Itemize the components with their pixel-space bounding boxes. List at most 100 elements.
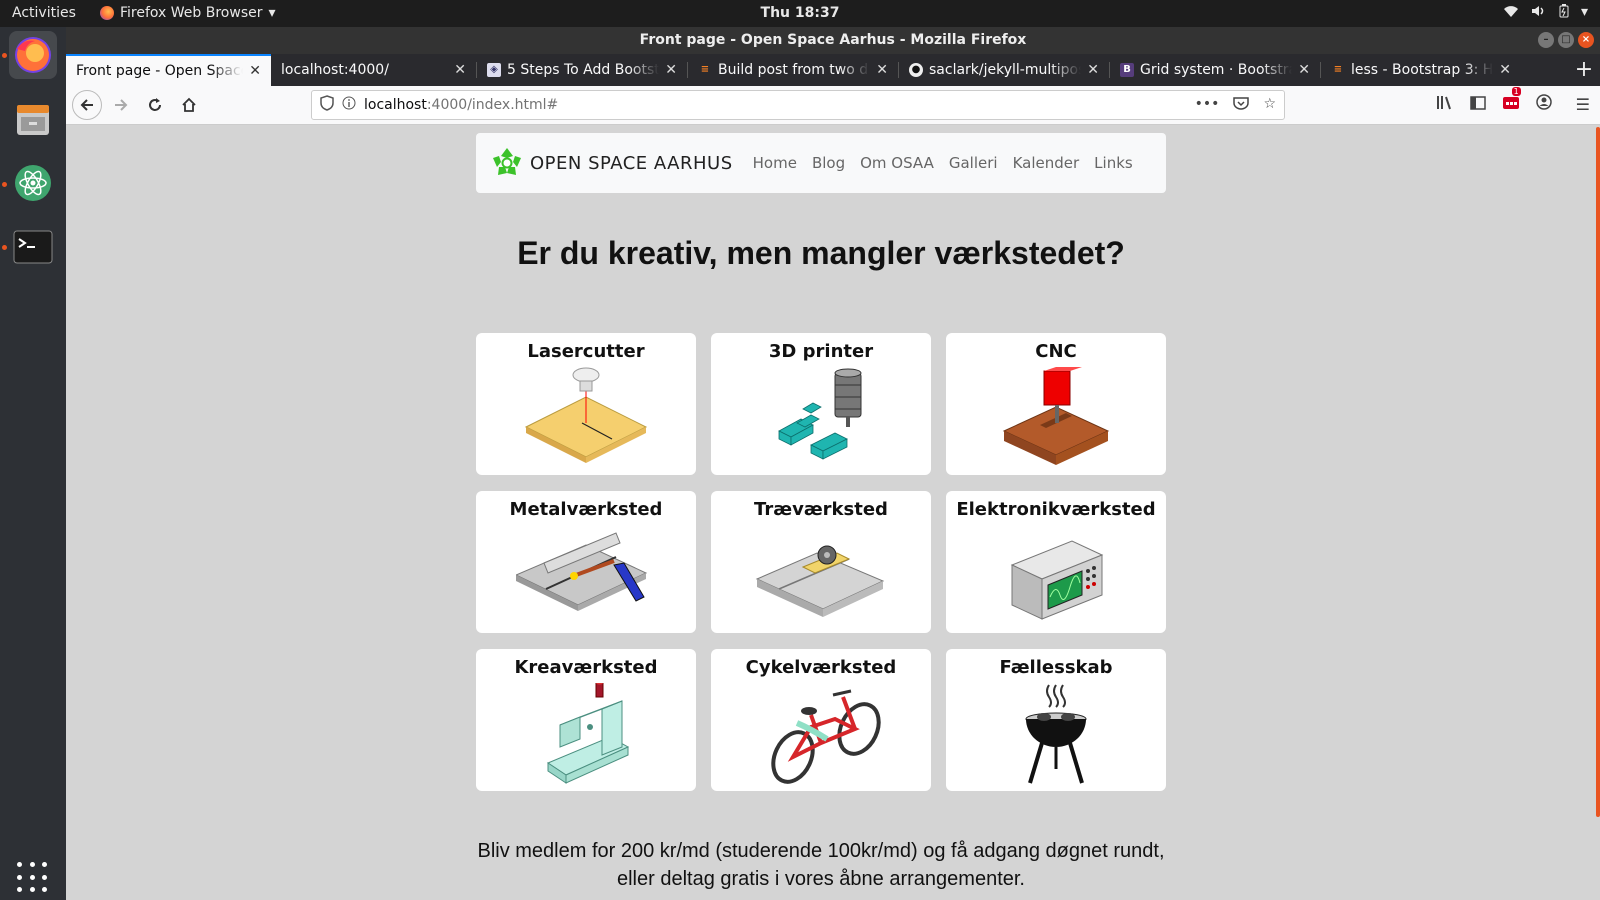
page-scrollbar[interactable] xyxy=(1594,125,1600,900)
tracking-shield-icon[interactable] xyxy=(320,95,334,115)
wood-workshop-icon xyxy=(755,545,885,617)
card-lasercutter[interactable]: Lasercutter xyxy=(476,333,696,475)
tab-label: saclark/jekyll-multipost xyxy=(929,62,1082,78)
reload-button[interactable] xyxy=(140,90,170,120)
window-title: Front page - Open Space Aarhus - Mozilla… xyxy=(639,32,1027,48)
atom-icon xyxy=(15,165,51,201)
card-title: 3D printer xyxy=(768,341,874,362)
sewing-machine-icon xyxy=(546,683,630,784)
card-title: Elektronikværksted xyxy=(956,499,1156,520)
new-tab-button[interactable]: + xyxy=(1568,54,1600,86)
show-applications-button[interactable] xyxy=(17,862,49,894)
card-title: Cykelværksted xyxy=(745,657,897,678)
card-3d-printer[interactable]: 3D printer xyxy=(711,333,931,475)
card-title: CNC xyxy=(1035,341,1077,362)
tab-label: localhost:4000/ xyxy=(281,62,389,78)
reload-icon xyxy=(149,98,161,111)
grill-icon xyxy=(1025,684,1087,784)
pocket-icon[interactable] xyxy=(1233,96,1250,114)
system-tray[interactable]: ▾ xyxy=(1503,4,1588,22)
extension-badge: 1 xyxy=(1511,87,1521,96)
url-text[interactable]: localhost:4000/index.html# xyxy=(364,97,558,113)
close-tab-icon[interactable]: ✕ xyxy=(1087,62,1099,78)
cnc-icon xyxy=(1002,367,1110,465)
metal-workshop-icon xyxy=(516,532,648,611)
maximize-button[interactable]: □ xyxy=(1558,32,1574,48)
close-tab-icon[interactable]: ✕ xyxy=(1298,62,1310,78)
tab-bootstrap-steps[interactable]: ◈ 5 Steps To Add Bootstrap ✕ xyxy=(477,54,687,86)
bicycle-icon xyxy=(771,689,881,784)
card-title: Fællesskab xyxy=(999,657,1113,678)
card-faellesskab[interactable]: Fællesskab xyxy=(946,649,1166,791)
tab-github-saclark[interactable]: ● saclark/jekyll-multipost ✕ xyxy=(899,54,1109,86)
dock xyxy=(0,27,66,900)
close-tab-icon[interactable]: ✕ xyxy=(454,62,466,78)
back-button[interactable] xyxy=(72,90,102,120)
membership-text: Bliv medlem for 200 kr/md (studerende 10… xyxy=(66,837,1576,893)
url-host: localhost xyxy=(364,97,427,113)
close-window-button[interactable]: × xyxy=(1578,32,1594,48)
nav-link-home[interactable]: Home xyxy=(753,154,797,172)
site-brand[interactable]: OPEN SPACE AARHUS xyxy=(490,146,733,180)
close-tab-icon[interactable]: ✕ xyxy=(1499,62,1511,78)
tab-less-bootstrap[interactable]: ≡ less - Bootstrap 3: How ✕ xyxy=(1321,54,1521,86)
nav-link-links[interactable]: Links xyxy=(1094,154,1133,172)
lasercutter-icon xyxy=(524,367,648,463)
card-title: Lasercutter xyxy=(527,341,645,362)
dock-files[interactable] xyxy=(9,95,57,143)
home-button[interactable] xyxy=(174,90,204,120)
card-cnc[interactable]: CNC xyxy=(946,333,1166,475)
dock-firefox[interactable] xyxy=(9,31,57,79)
card-elektronikvaerksted[interactable]: Elektronikværksted xyxy=(946,491,1166,633)
clock[interactable]: Thu 18:37 xyxy=(0,5,1600,21)
nav-link-galleri[interactable]: Galleri xyxy=(949,154,998,172)
account-icon[interactable] xyxy=(1535,94,1552,114)
library-icon[interactable] xyxy=(1436,94,1454,114)
3d-printer-icon xyxy=(778,368,862,460)
sidebar-icon[interactable] xyxy=(1469,95,1486,114)
stackoverflow-favicon-icon: ≡ xyxy=(1333,64,1343,75)
forward-button[interactable] xyxy=(106,90,136,120)
home-icon xyxy=(182,97,196,112)
chevron-down-icon: ▾ xyxy=(1580,4,1588,20)
terminal-icon xyxy=(13,230,53,264)
tab-label: less - Bootstrap 3: How xyxy=(1351,62,1494,78)
site-navbar: OPEN SPACE AARHUS Home Blog Om OSAA Gall… xyxy=(476,133,1166,193)
bootstrap-favicon-icon: B xyxy=(1120,63,1134,77)
hero-heading: Er du kreativ, men mangler værkstedet? xyxy=(517,235,1125,271)
membership-line-1: Bliv medlem for 200 kr/md (studerende 10… xyxy=(477,840,1165,862)
tab-label: Front page - Open Space Aarhus xyxy=(76,63,243,79)
minimize-button[interactable]: – xyxy=(1538,32,1554,48)
arrow-right-icon xyxy=(115,99,128,111)
tab-front-page[interactable]: Front page - Open Space Aarhus ✕ xyxy=(66,54,271,86)
url-bar[interactable]: localhost:4000/index.html# ••• ☆ xyxy=(311,90,1285,120)
info-icon[interactable] xyxy=(342,96,356,114)
card-kreavaerksted[interactable]: Kreaværksted xyxy=(476,649,696,791)
tab-localhost[interactable]: localhost:4000/ ✕ xyxy=(271,54,476,86)
extension-icon[interactable]: 1 xyxy=(1502,87,1521,114)
dock-atom[interactable] xyxy=(9,159,57,207)
close-tab-icon[interactable]: ✕ xyxy=(249,63,261,79)
card-metalvaerksted[interactable]: Metalværksted xyxy=(476,491,696,633)
firefox-window: Front page - Open Space Aarhus - Mozilla… xyxy=(66,27,1600,900)
dock-terminal[interactable] xyxy=(9,223,57,271)
nav-link-blog[interactable]: Blog xyxy=(812,154,845,172)
page-actions-icon[interactable]: ••• xyxy=(1195,96,1220,114)
close-tab-icon[interactable]: ✕ xyxy=(665,62,677,78)
tab-grid-system[interactable]: B Grid system · Bootstrap ✕ xyxy=(1110,54,1320,86)
navigation-toolbar: localhost:4000/index.html# ••• ☆ 1 ☰ xyxy=(66,86,1600,125)
card-title: Metalværksted xyxy=(509,499,663,520)
electronics-workshop-icon xyxy=(1010,540,1104,620)
tab-label: 5 Steps To Add Bootstrap xyxy=(507,62,660,78)
nav-link-kalender[interactable]: Kalender xyxy=(1013,154,1080,172)
bookmark-star-icon[interactable]: ☆ xyxy=(1263,96,1276,114)
close-tab-icon[interactable]: ✕ xyxy=(876,62,888,78)
tab-build-post[interactable]: ≡ Build post from two different ✕ xyxy=(688,54,898,86)
volume-icon xyxy=(1531,4,1547,22)
card-cykelvaerksted[interactable]: Cykelværksted xyxy=(711,649,931,791)
card-title: Kreaværksted xyxy=(514,657,658,678)
card-traevaerksted[interactable]: Træværksted xyxy=(711,491,931,633)
nav-link-om-osaa[interactable]: Om OSAA xyxy=(860,154,934,172)
hamburger-menu-icon[interactable]: ☰ xyxy=(1576,95,1590,114)
window-titlebar: Front page - Open Space Aarhus - Mozilla… xyxy=(66,27,1600,54)
